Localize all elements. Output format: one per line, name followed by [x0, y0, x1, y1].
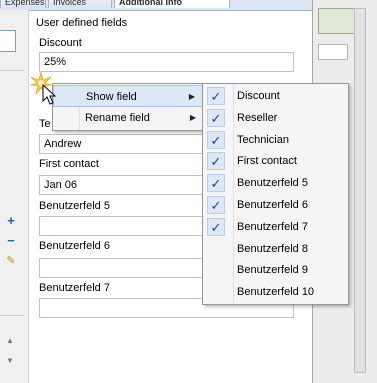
menu-item-label: Rename field — [85, 112, 150, 124]
right-pane-field[interactable] — [318, 44, 348, 60]
field-label-partial: Te — [39, 118, 51, 130]
submenu-item-label: Reseller — [237, 111, 278, 124]
submenu-item-label: First contact — [237, 155, 297, 168]
submenu-item[interactable]: ✓ Discount — [203, 85, 348, 107]
scroll-up-icon[interactable]: ▲ — [6, 337, 14, 345]
submenu-item[interactable]: ✓ Technician — [203, 129, 348, 151]
scroll-down-icon[interactable]: ▼ — [6, 357, 14, 365]
check-mark-icon: ✓ — [207, 130, 225, 149]
show-field-submenu: ✓ Discount ✓ Reseller ✓ Technician ✓ First cont… — [202, 83, 349, 305]
submenu-item-label: Benutzerfeld 5 — [237, 177, 308, 190]
check-mark-icon: ✓ — [207, 196, 225, 214]
add-button[interactable]: + — [4, 214, 18, 228]
left-divider — [0, 70, 24, 71]
field-label-benutzerfeld-7: Benutzerfeld 7 — [39, 282, 110, 294]
field-label-benutzerfeld-6: Benutzerfeld 6 — [39, 240, 110, 252]
submenu-item-label: Benutzerfeld 9 — [237, 264, 308, 277]
submenu-item[interactable]: Benutzerfeld 9 — [203, 259, 348, 281]
tab-expenses[interactable]: Expenses — [0, 0, 46, 8]
left-pane — [0, 10, 29, 383]
right-scrollbar[interactable] — [354, 8, 366, 373]
submenu-item[interactable]: ✓ Benutzerfeld 5 — [203, 172, 348, 194]
field-label-discount: Discount — [39, 37, 82, 49]
submenu-item-label: Discount — [237, 90, 280, 102]
check-mark-icon: ✓ — [207, 174, 225, 193]
submenu-item-label: Benutzerfeld 10 — [237, 286, 315, 299]
context-menu: Show field ▶ Rename field ▶ — [52, 83, 204, 131]
submenu-item[interactable]: ✓ Benutzerfeld 6 — [203, 194, 348, 216]
menu-item-rename-field[interactable]: Rename field ▶ — [53, 107, 203, 129]
remove-button[interactable]: − — [4, 234, 18, 248]
edit-button[interactable]: ✎ — [4, 254, 18, 268]
submenu-item-label: Benutzerfeld 7 — [237, 220, 308, 233]
left-divider-bottom — [0, 315, 24, 316]
discount-field[interactable]: 25% — [39, 52, 294, 72]
field-label-first-contact: First contact — [39, 158, 99, 170]
left-input-field[interactable] — [0, 30, 16, 52]
submenu-item[interactable]: Benutzerfeld 10 — [203, 281, 348, 303]
check-mark-icon: ✓ — [207, 217, 225, 236]
submenu-item-label: Benutzerfeld 8 — [237, 242, 308, 255]
submenu-item[interactable]: ✓ Benutzerfeld 7 — [203, 216, 348, 238]
submenu-item[interactable]: ✓ First contact — [203, 150, 348, 172]
submenu-item-label: Benutzerfeld 6 — [237, 199, 308, 211]
menu-item-show-field[interactable]: Show field ▶ — [53, 85, 203, 107]
check-mark-icon: ✓ — [207, 152, 225, 171]
menu-item-label: Show field — [86, 91, 137, 103]
tab-invoices[interactable]: Invoices — [48, 0, 112, 8]
chevron-right-icon: ▶ — [188, 92, 195, 101]
check-mark-icon: ✓ — [207, 87, 225, 105]
submenu-item[interactable]: ✓ Reseller — [203, 107, 348, 129]
mouse-pointer-icon — [42, 84, 57, 105]
group-title: User defined fields — [36, 17, 128, 29]
submenu-item-label: Technician — [237, 133, 289, 146]
submenu-item[interactable]: Benutzerfeld 8 — [203, 238, 348, 260]
check-mark-icon: ✓ — [207, 108, 225, 127]
field-label-benutzerfeld-5: Benutzerfeld 5 — [39, 200, 110, 212]
tab-additional-info[interactable]: Additional Info — [114, 0, 230, 8]
chevron-right-icon: ▶ — [189, 113, 196, 122]
